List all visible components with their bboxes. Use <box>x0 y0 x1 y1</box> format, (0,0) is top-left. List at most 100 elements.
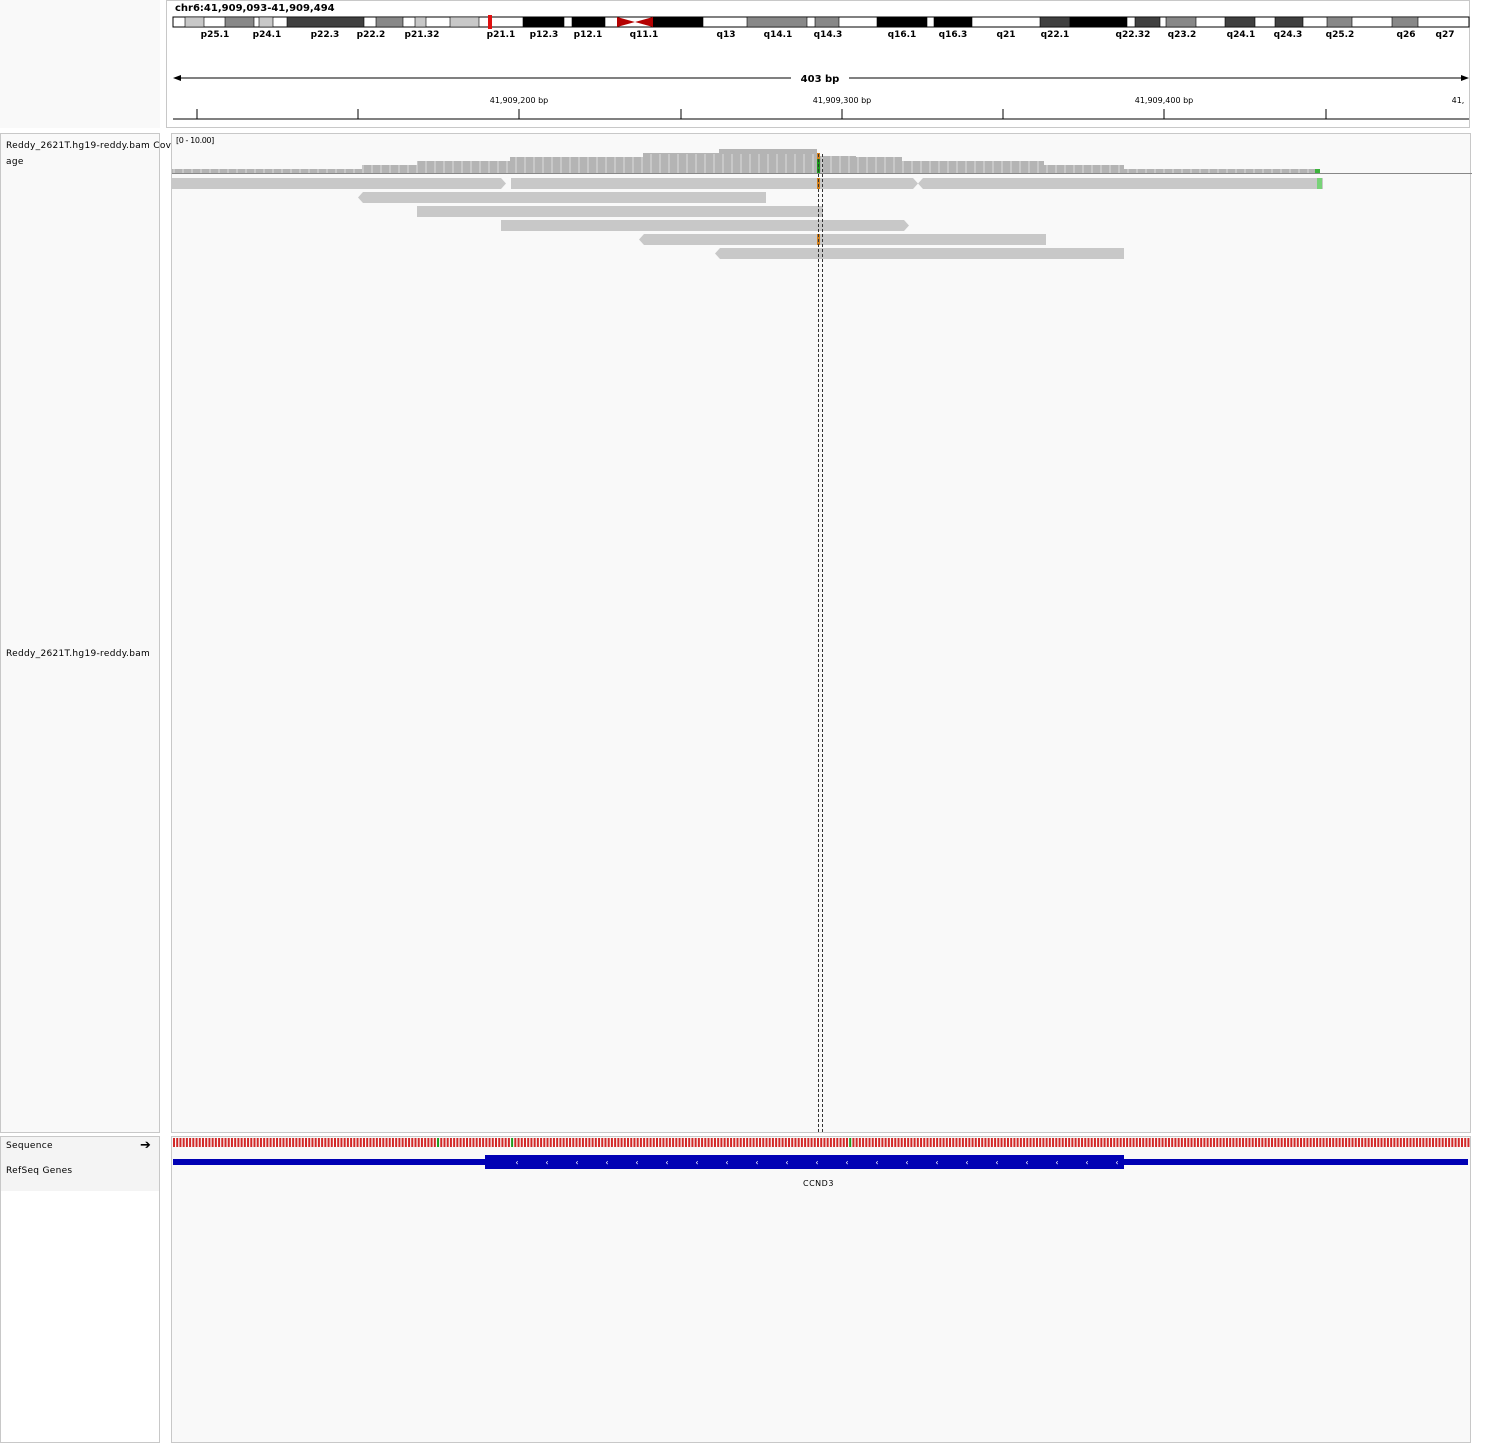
read-mismatch-end <box>1317 178 1322 189</box>
sequence-base <box>1035 1138 1038 1147</box>
gene-strand-arrow-icon: ‹ <box>935 1158 938 1167</box>
coverage-track-label-2[interactable]: age <box>6 157 24 167</box>
sequence-base <box>1023 1138 1026 1147</box>
sequence-base <box>1019 1138 1022 1147</box>
sequence-base <box>607 1138 610 1147</box>
sequence-base <box>1461 1138 1463 1147</box>
sequence-base <box>981 1138 984 1147</box>
sequence-base <box>1258 1138 1261 1147</box>
aligned-read <box>358 192 766 203</box>
sequence-base <box>253 1138 256 1147</box>
sequence-base <box>1084 1138 1087 1147</box>
sequence-base <box>804 1138 807 1147</box>
sequence-base <box>1409 1138 1412 1147</box>
strand-arrow-icon[interactable]: ➔ <box>140 1138 151 1153</box>
sequence-base <box>726 1138 729 1147</box>
feature-data-panel[interactable]: ‹ ‹ ‹ ‹ ‹ ‹ ‹ ‹ ‹ ‹ ‹ ‹ ‹ ‹ ‹ ‹ ‹ ‹ ‹ ‹ ‹ CCND3 <box>171 1136 1471 1443</box>
sequence-base <box>420 1138 423 1147</box>
cytoband <box>414 16 427 28</box>
sequence-base <box>920 1138 923 1147</box>
sequence-base <box>1467 1138 1470 1147</box>
sequence-base <box>643 1138 646 1147</box>
coverage-bar <box>902 161 918 173</box>
sequence-base <box>1213 1138 1216 1147</box>
cytoband <box>876 16 928 28</box>
sequence-base <box>1367 1138 1370 1147</box>
sequence-base <box>395 1138 398 1147</box>
sequence-base <box>1303 1138 1306 1147</box>
cytoband-label: q26 <box>1397 30 1416 40</box>
gene-strand-arrow-icon: ‹ <box>1085 1158 1088 1167</box>
sequence-track-label[interactable]: Sequence <box>6 1141 53 1151</box>
alignment-canvas[interactable] <box>172 134 1472 1134</box>
sequence-base <box>321 1138 324 1147</box>
sequence-base <box>185 1138 188 1147</box>
sequence-base <box>440 1138 443 1147</box>
sequence-base <box>1174 1138 1177 1147</box>
sequence-base <box>813 1138 816 1147</box>
cytoband <box>224 16 255 28</box>
sequence-base <box>1377 1138 1380 1147</box>
sequence-base <box>1296 1138 1299 1147</box>
sequence-base <box>627 1138 630 1147</box>
sequence-base <box>1145 1138 1148 1147</box>
sequence-base <box>852 1138 855 1147</box>
sequence-base <box>755 1138 758 1147</box>
gene-strand-arrow-icon: ‹ <box>635 1158 638 1167</box>
alignment-name-panel: Reddy_2621T.hg19-reddy.bam Cov age Reddy… <box>0 133 171 1133</box>
cytoband-label: p25.1 <box>201 30 230 40</box>
sequence-base <box>662 1138 665 1147</box>
gene-strand-arrow-icon: ‹ <box>1025 1158 1028 1167</box>
ideogram-ruler-panel[interactable]: chr6:41,909,093-41,909,494 p25.1 p24.1 p22… <box>166 0 1470 128</box>
sequence-base <box>1097 1138 1100 1147</box>
sequence-base <box>865 1138 868 1147</box>
sequence-base <box>707 1138 710 1147</box>
sequence-base <box>1126 1138 1129 1147</box>
sequence-base <box>214 1138 217 1147</box>
sequence-base <box>327 1138 330 1147</box>
sequence-base <box>668 1138 671 1147</box>
sequence-base <box>894 1138 897 1147</box>
sequence-base <box>936 1138 939 1147</box>
gene-strand-arrow-icon: ‹ <box>905 1158 908 1167</box>
alignment-data-panel[interactable]: [0 - 10.00] <box>171 133 1472 1134</box>
sequence-base <box>221 1138 224 1147</box>
sequence-base <box>469 1138 472 1147</box>
cytoband <box>258 16 274 28</box>
sequence-base <box>1113 1138 1116 1147</box>
sequence-base <box>1229 1138 1232 1147</box>
sequence-base <box>398 1138 401 1147</box>
coverage-bar <box>918 161 1044 173</box>
sequence-base <box>1155 1138 1158 1147</box>
sequence-base <box>1338 1138 1341 1147</box>
feature-canvas[interactable]: ‹ ‹ ‹ ‹ ‹ ‹ ‹ ‹ ‹ ‹ ‹ ‹ ‹ ‹ ‹ ‹ ‹ ‹ ‹ ‹ ‹ <box>172 1137 1472 1197</box>
sequence-base <box>633 1138 636 1147</box>
gene-strand-arrow-icon: ‹ <box>1115 1158 1118 1167</box>
sequence-base <box>346 1138 349 1147</box>
alignment-track-label[interactable]: Reddy_2621T.hg19-reddy.bam <box>6 649 150 659</box>
refseq-genes-track-label[interactable]: RefSeq Genes <box>6 1166 72 1176</box>
sequence-base <box>1290 1138 1293 1147</box>
coverage-mismatch-end <box>1315 169 1320 173</box>
sequence-base <box>427 1138 430 1147</box>
sequence-base <box>1438 1138 1441 1147</box>
sequence-base <box>842 1138 845 1147</box>
chromosome-ideogram[interactable]: p25.1 p24.1 p22.3 p22.2 p21.32 p21.1 p12.3 p12.… <box>167 1 1471 129</box>
cytoband-label: q16.3 <box>939 30 968 40</box>
sequence-base <box>462 1138 465 1147</box>
sequence-base <box>1003 1138 1006 1147</box>
sequence-base <box>430 1138 433 1147</box>
sequence-base <box>1448 1138 1451 1147</box>
sequence-base <box>201 1138 204 1147</box>
sequence-base <box>1393 1138 1396 1147</box>
sequence-base <box>1026 1138 1029 1147</box>
sequence-base <box>1345 1138 1348 1147</box>
sequence-base <box>1216 1138 1219 1147</box>
cytoband <box>449 16 480 28</box>
coverage-track-label-1[interactable]: Reddy_2621T.hg19-reddy.bam Cov <box>6 141 171 151</box>
cytoband <box>1165 16 1197 28</box>
sequence-base <box>762 1138 765 1147</box>
gene-name-ccnd3[interactable]: CCND3 <box>803 1179 834 1188</box>
sequence-base <box>475 1138 478 1147</box>
sequence-base <box>1190 1138 1193 1147</box>
